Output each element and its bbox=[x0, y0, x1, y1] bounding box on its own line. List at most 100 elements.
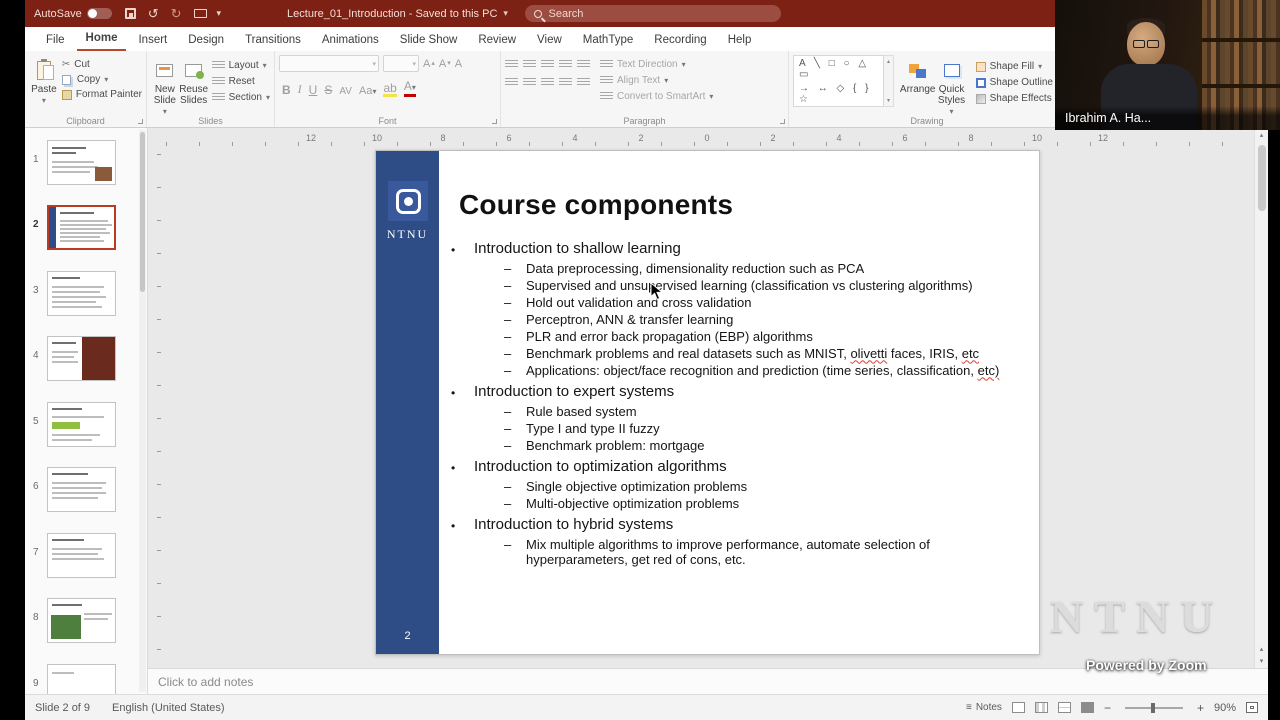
notes-toggle-button[interactable]: ≡ Notes bbox=[966, 702, 1002, 713]
tab-transitions[interactable]: Transitions bbox=[236, 30, 310, 51]
increase-font-size-button[interactable]: A ▴ bbox=[423, 58, 435, 70]
thumbnail-panel-scrollbar-thumb[interactable] bbox=[140, 132, 145, 292]
thumbnail-preview[interactable] bbox=[47, 402, 116, 447]
reuse-slides-button[interactable]: Reuse Slides bbox=[179, 55, 209, 117]
format-painter-button[interactable]: Format Painter bbox=[61, 89, 142, 100]
previous-slide-icon[interactable]: ▴ bbox=[1260, 645, 1264, 653]
font-name-combo[interactable]: ▾ bbox=[279, 55, 379, 72]
paste-button[interactable]: Paste ▾ bbox=[29, 55, 59, 106]
thumbnail-preview[interactable] bbox=[47, 533, 116, 578]
columns-button[interactable] bbox=[577, 76, 590, 88]
vertical-ruler[interactable] bbox=[151, 150, 164, 668]
tab-recording[interactable]: Recording bbox=[645, 30, 715, 51]
slide-thumbnail-5[interactable]: 5 bbox=[25, 402, 147, 452]
tab-design[interactable]: Design bbox=[179, 30, 233, 51]
quick-access-chevron-icon[interactable]: ▾ bbox=[217, 8, 222, 19]
editor-scrollbar[interactable]: ▴ ▴ ▾ bbox=[1254, 128, 1268, 668]
normal-view-button[interactable] bbox=[1011, 702, 1025, 713]
shape-fill-button[interactable]: Shape Fill ▾ bbox=[975, 61, 1061, 72]
tab-mathtype[interactable]: MathType bbox=[574, 30, 643, 51]
reset-button[interactable]: Reset bbox=[211, 75, 270, 87]
slide-thumbnail-7[interactable]: 7 bbox=[25, 533, 147, 583]
zoom-slider-thumb[interactable] bbox=[1150, 702, 1155, 713]
cut-button[interactable]: ✂ Cut bbox=[62, 59, 142, 70]
line-spacing-button[interactable] bbox=[577, 58, 590, 70]
tab-view[interactable]: View bbox=[528, 30, 571, 51]
quick-styles-button[interactable]: Quick Styles ▾ bbox=[935, 55, 967, 117]
shapes-gallery[interactable]: A ╲ □ ○ △ ▭ → ↔ ◇ { } ☆ bbox=[793, 55, 885, 107]
slide-title[interactable]: Course components bbox=[459, 189, 733, 221]
clipboard-dialog-launcher-icon[interactable] bbox=[138, 119, 143, 124]
change-case-button[interactable]: Aa▾ bbox=[359, 85, 376, 97]
thumbnail-preview[interactable] bbox=[47, 140, 116, 185]
slide-thumbnail-3[interactable]: 3 bbox=[25, 271, 147, 321]
strikethrough-button[interactable]: S bbox=[324, 83, 332, 97]
decrease-indent-button[interactable] bbox=[541, 58, 554, 70]
autosave-toggle[interactable] bbox=[86, 8, 112, 19]
font-dialog-launcher-icon[interactable] bbox=[492, 119, 497, 124]
save-icon[interactable] bbox=[124, 8, 136, 19]
slide-sorter-view-button[interactable] bbox=[1034, 702, 1048, 713]
clear-formatting-button[interactable]: A bbox=[455, 58, 462, 70]
align-text-button[interactable]: Align Text ▾ bbox=[600, 74, 713, 86]
decrease-font-size-button[interactable]: A ▾ bbox=[439, 58, 451, 70]
thumbnail-preview[interactable] bbox=[47, 336, 116, 381]
shape-outline-button[interactable]: Shape Outline ▾ bbox=[975, 77, 1061, 88]
thumbnail-preview[interactable] bbox=[47, 664, 116, 694]
redo-icon[interactable]: ↻ bbox=[171, 7, 182, 20]
slide-body-text[interactable]: • Introduction to shallow learning – Data … bbox=[451, 235, 1028, 569]
bold-button[interactable]: B bbox=[282, 83, 291, 97]
editor-scrollbar-thumb[interactable] bbox=[1257, 145, 1266, 211]
slide-canvas[interactable]: NTNU 2 Course components • Introduction t… bbox=[375, 150, 1040, 655]
present-icon[interactable] bbox=[193, 9, 207, 18]
increase-indent-button[interactable] bbox=[559, 58, 572, 70]
slide-thumbnail-9[interactable]: 9 bbox=[25, 664, 147, 694]
tab-insert[interactable]: Insert bbox=[129, 30, 176, 51]
layout-button[interactable]: Layout ▾ bbox=[211, 59, 270, 71]
thumbnail-preview[interactable] bbox=[47, 271, 116, 316]
slide-thumbnail-1[interactable]: 1 bbox=[25, 140, 147, 190]
paragraph-dialog-launcher-icon[interactable] bbox=[780, 119, 785, 124]
new-slide-button[interactable]: New Slide ▾ bbox=[151, 55, 179, 117]
italic-button[interactable]: I bbox=[298, 82, 302, 97]
slideshow-view-button[interactable] bbox=[1080, 702, 1094, 713]
shapes-gallery-scrollbar[interactable]: ▴ ▾ bbox=[884, 55, 894, 107]
tab-home[interactable]: Home bbox=[76, 28, 127, 51]
shape-effects-button[interactable]: Shape Effects ▾ bbox=[975, 93, 1061, 104]
justify-button[interactable] bbox=[559, 76, 572, 88]
font-size-combo[interactable]: ▾ bbox=[383, 55, 419, 72]
reading-view-button[interactable] bbox=[1057, 702, 1071, 713]
next-slide-icon[interactable]: ▾ bbox=[1260, 657, 1264, 665]
document-title[interactable]: Lecture_01_Introduction - Saved to this … bbox=[287, 8, 508, 20]
convert-to-smartart-button[interactable]: Convert to SmartArt ▾ bbox=[600, 90, 713, 102]
text-direction-button[interactable]: Text Direction ▾ bbox=[600, 58, 713, 70]
zoom-in-button[interactable]: + bbox=[1197, 701, 1204, 715]
slide-thumbnail-2[interactable]: 2 bbox=[25, 205, 147, 255]
tab-review[interactable]: Review bbox=[469, 30, 525, 51]
underline-button[interactable]: U bbox=[309, 83, 318, 97]
slide-thumbnail-8[interactable]: 8 bbox=[25, 598, 147, 648]
align-center-button[interactable] bbox=[523, 76, 536, 88]
slide-thumbnail-6[interactable]: 6 bbox=[25, 467, 147, 517]
horizontal-ruler[interactable]: 12 10 8 6 4 2 0 2 4 6 8 10 12 bbox=[148, 132, 1252, 147]
scroll-up-icon[interactable]: ▴ bbox=[1260, 131, 1264, 139]
slide-thumbnail-4[interactable]: 4 bbox=[25, 336, 147, 386]
zoom-slider[interactable] bbox=[1124, 702, 1183, 713]
character-spacing-button[interactable]: AV bbox=[339, 86, 352, 97]
tab-file[interactable]: File bbox=[37, 30, 74, 51]
align-right-button[interactable] bbox=[541, 76, 554, 88]
copy-button[interactable]: Copy ▾ bbox=[61, 74, 142, 85]
numbering-button[interactable] bbox=[523, 58, 536, 70]
tab-help[interactable]: Help bbox=[719, 30, 761, 51]
tab-slide-show[interactable]: Slide Show bbox=[391, 30, 467, 51]
thumbnail-panel-scrollbar[interactable] bbox=[139, 130, 146, 692]
thumbnail-preview[interactable] bbox=[47, 467, 116, 512]
search-input[interactable] bbox=[548, 7, 749, 20]
fit-slide-button[interactable] bbox=[1246, 702, 1258, 713]
thumbnail-preview[interactable] bbox=[47, 598, 116, 643]
language-indicator[interactable]: English (United States) bbox=[112, 702, 225, 714]
highlight-color-button[interactable]: ab bbox=[383, 82, 397, 97]
arrange-button[interactable]: Arrange bbox=[900, 55, 935, 117]
zoom-level[interactable]: 90% bbox=[1214, 702, 1236, 714]
tab-animations[interactable]: Animations bbox=[313, 30, 388, 51]
